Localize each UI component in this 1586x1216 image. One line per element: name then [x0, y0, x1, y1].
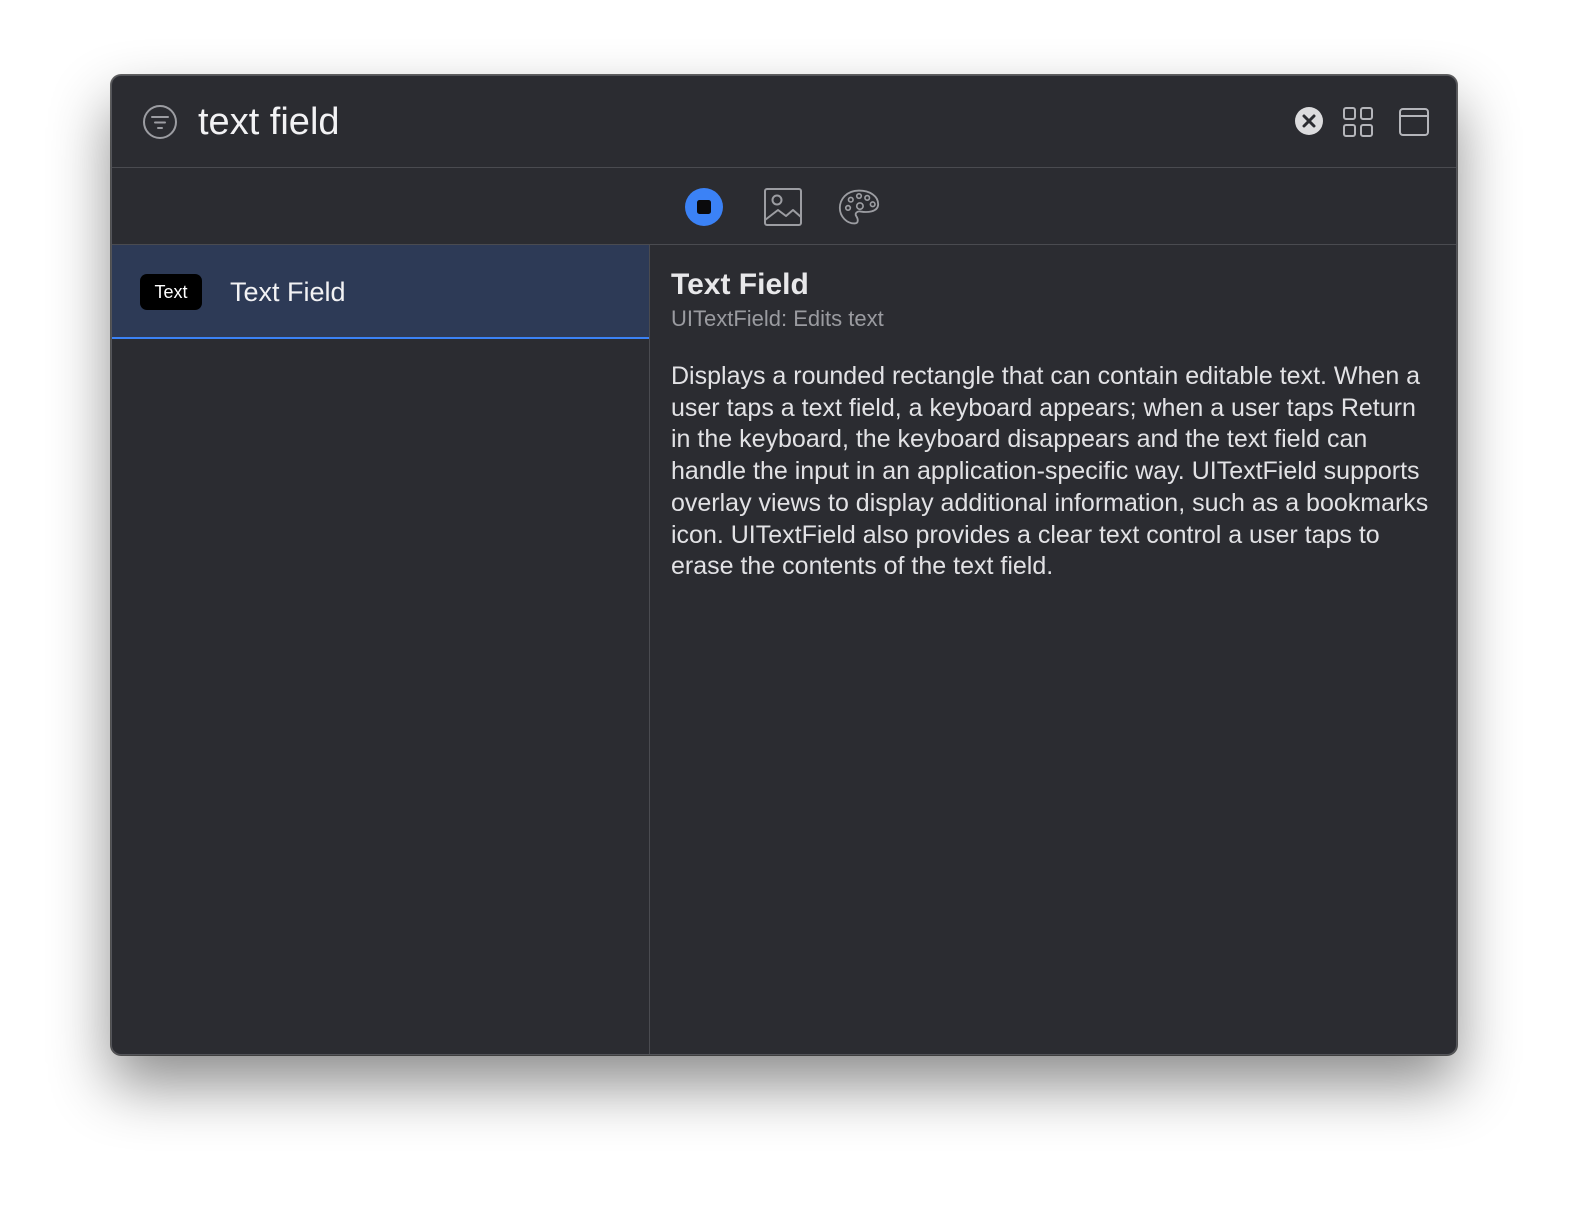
panel-icon[interactable]	[1398, 106, 1430, 138]
search-bar	[112, 76, 1456, 168]
grid-icon[interactable]	[1342, 106, 1374, 138]
filter-icon[interactable]	[142, 104, 178, 140]
objects-icon[interactable]	[683, 186, 725, 228]
list-item[interactable]: Text Text Field	[112, 245, 649, 339]
results-list: Text Text Field	[112, 245, 650, 1054]
item-badge: Text	[140, 274, 202, 310]
library-tab-bar	[112, 168, 1456, 245]
palette-icon[interactable]	[838, 186, 880, 228]
detail-description: Displays a rounded rectangle that can co…	[671, 362, 1429, 581]
detail-pane: Text Field UITextField: Edits text Displ…	[650, 245, 1456, 1054]
library-window: Text Text Field Text Field UITextField: …	[111, 75, 1457, 1055]
search-input[interactable]	[198, 96, 1198, 148]
image-icon[interactable]	[762, 186, 804, 228]
item-label: Text Field	[230, 277, 346, 307]
clear-circle-icon[interactable]	[1294, 106, 1324, 136]
detail-title: Text Field	[671, 268, 809, 301]
detail-subtitle: UITextField: Edits text	[671, 306, 884, 331]
